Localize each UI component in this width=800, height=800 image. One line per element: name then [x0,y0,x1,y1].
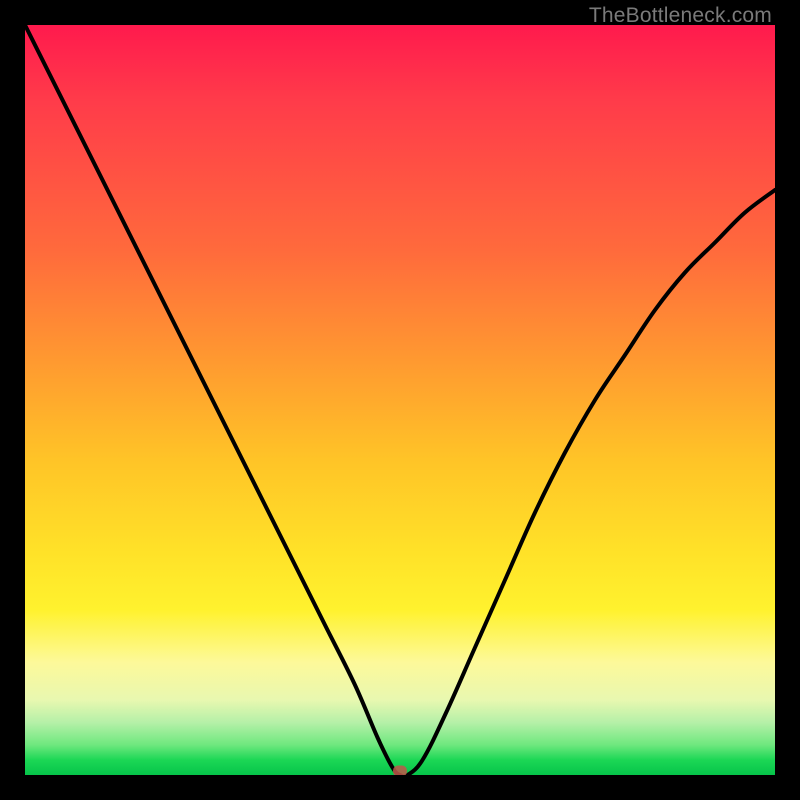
watermark-label: TheBottleneck.com [589,4,772,28]
bottleneck-curve [25,25,775,775]
chart-frame: TheBottleneck.com [0,0,800,800]
plot-area [25,25,775,775]
optimal-marker [393,766,407,776]
